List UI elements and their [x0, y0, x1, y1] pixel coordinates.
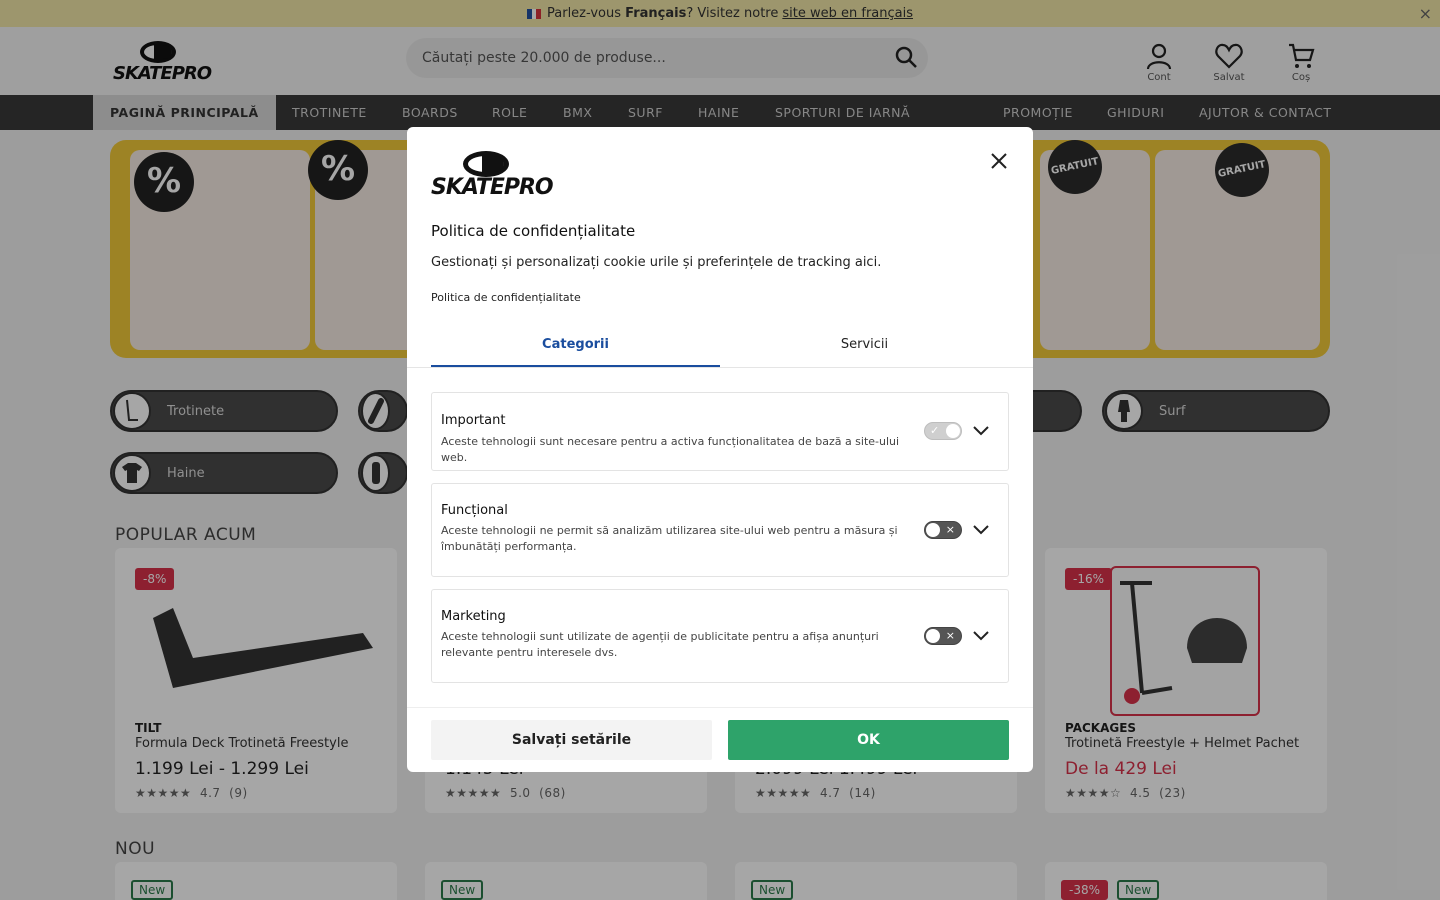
marketing-toggle[interactable]: × — [924, 627, 962, 645]
category-title: Important — [441, 413, 506, 428]
modal-description: Gestionați și personalizați cookie urile… — [431, 255, 882, 270]
category-description: Aceste tehnologii sunt utilizate de agen… — [441, 630, 879, 659]
category-marketing[interactable]: Marketing Aceste tehnologii sunt utiliza… — [431, 589, 1009, 683]
chevron-down-icon[interactable] — [972, 627, 990, 645]
x-icon: × — [945, 523, 955, 536]
category-title: Marketing — [441, 609, 506, 624]
category-description: Aceste tehnologii sunt necesare pentru a… — [441, 435, 900, 464]
check-icon: ✓ — [930, 424, 940, 437]
modal-title: Politica de confidențialitate — [431, 222, 636, 240]
chevron-down-icon[interactable] — [972, 422, 990, 440]
privacy-consent-modal: SKATEPRO Politica de confidențialitate G… — [407, 127, 1033, 772]
toggle-knob — [926, 629, 940, 643]
logo-mark-icon — [463, 151, 509, 177]
save-settings-button[interactable]: Salvați setările — [431, 720, 712, 760]
tab-divider — [407, 367, 1033, 368]
category-functional[interactable]: Funcțional Aceste tehnologii ne permit s… — [431, 483, 1009, 577]
consent-tabs: Categorii Servicii — [431, 337, 1009, 367]
toggle-knob — [926, 523, 940, 537]
tab-categories[interactable]: Categorii — [431, 337, 720, 367]
privacy-policy-link[interactable]: Politica de confidențialitate — [431, 291, 581, 304]
category-title: Funcțional — [441, 503, 508, 518]
tab-services[interactable]: Servicii — [720, 337, 1009, 367]
ok-button[interactable]: OK — [728, 720, 1009, 760]
logo-text: SKATEPRO — [431, 175, 554, 200]
chevron-down-icon[interactable] — [972, 521, 990, 539]
category-description: Aceste tehnologii ne permit să analizăm … — [441, 524, 898, 553]
toggle-knob — [946, 424, 960, 438]
modal-logo: SKATEPRO — [431, 151, 554, 201]
modal-footer-divider — [407, 707, 1033, 708]
close-icon[interactable] — [989, 151, 1009, 171]
x-icon: × — [945, 629, 955, 642]
important-toggle[interactable]: ✓ — [924, 422, 962, 440]
category-important[interactable]: Important Aceste tehnologii sunt necesar… — [431, 392, 1009, 471]
functional-toggle[interactable]: × — [924, 521, 962, 539]
